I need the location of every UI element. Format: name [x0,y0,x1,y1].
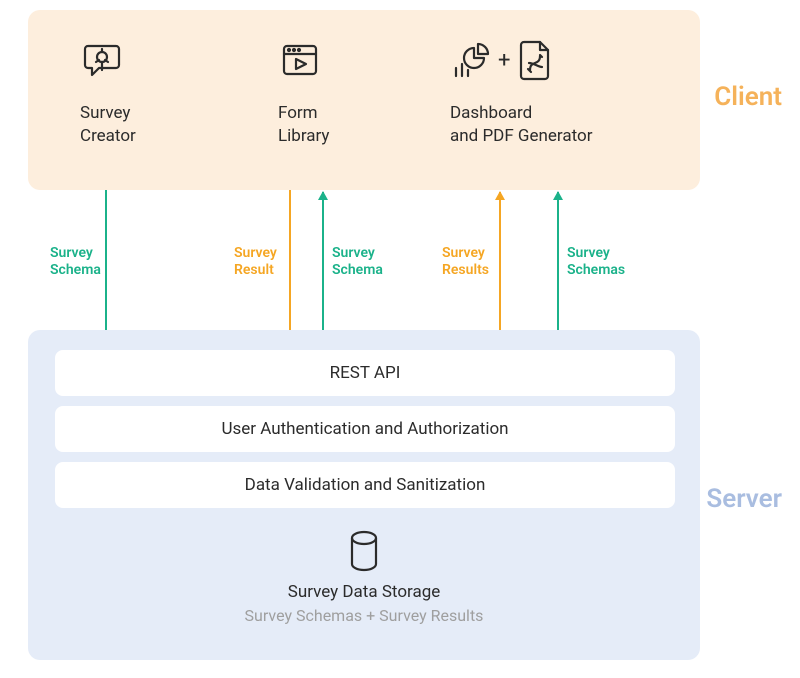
server-row-validation: Data Validation and Sanitization [55,462,675,508]
client-item-dashboard-pdf: + Dashboard and PDF Generator [450,32,592,148]
client-item-form-library: Form Library [278,32,329,148]
survey-creator-label: Survey Creator [80,102,136,148]
storage-title: Survey Data Storage [288,582,441,602]
arrow-label-survey-results: Survey Results [442,245,489,279]
survey-creator-icon [80,32,124,88]
dashboard-pdf-icon-group: + [450,32,554,88]
form-library-icon [278,32,322,88]
arrow-label-survey-schemas: Survey Schemas [567,245,625,279]
dashboard-icon [450,40,490,80]
arrow-survey-schema-1 [105,190,107,346]
client-label: Client [714,82,782,112]
arrow-survey-schema-2 [322,192,324,348]
arrow-label-survey-schema-2: Survey Schema [332,245,383,279]
arrow-survey-schemas [557,192,559,348]
storage-subtitle: Survey Schemas + Survey Results [245,606,484,625]
arrow-label-survey-schema-1: Survey Schema [50,245,101,279]
server-row-rest-api: REST API [55,350,675,396]
dashboard-pdf-label: Dashboard and PDF Generator [450,102,592,148]
arrow-survey-result [289,190,291,346]
server-label: Server [706,484,782,514]
arrow-label-survey-result: Survey Result [234,245,277,279]
pdf-icon [518,38,554,82]
plus-symbol: + [498,48,510,73]
arrow-survey-results [499,192,501,348]
database-icon [347,530,381,572]
form-library-label: Form Library [278,102,329,148]
client-item-survey-creator: Survey Creator [80,32,136,148]
storage-block: Survey Data Storage Survey Schemas + Sur… [28,530,700,625]
server-row-auth: User Authentication and Authorization [55,406,675,452]
